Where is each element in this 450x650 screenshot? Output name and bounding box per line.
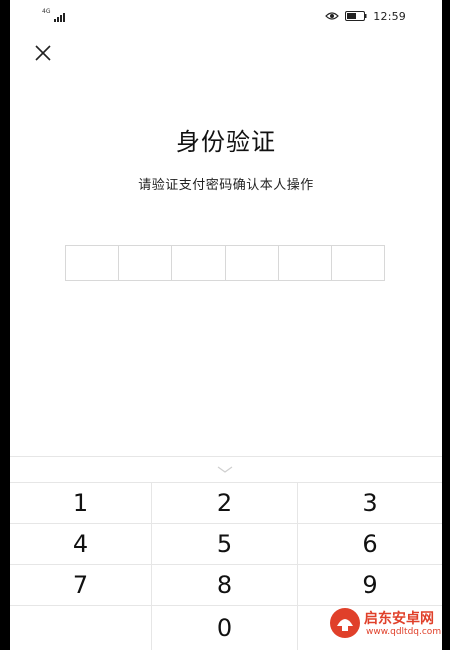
pin-digit-box [119,246,173,280]
close-icon[interactable] [32,42,54,64]
key-3[interactable]: 3 [298,483,442,524]
eye-icon [325,12,340,20]
page-subtitle: 请验证支付密码确认本人操作 [138,178,314,193]
payment-verification-screen: 4G 12:59 身份验证 请验证支付密码确认本人操作 1 2 3 4 5 6 … [10,0,442,650]
battery-icon [345,11,367,21]
key-1[interactable]: 1 [10,483,152,524]
key-0[interactable]: 0 [152,606,298,650]
status-bar: 4G 12:59 [10,0,442,32]
chevron-down-icon[interactable] [216,465,234,475]
signal-bar [63,13,65,22]
signal-bar [57,17,59,22]
status-right: 12:59 [325,9,406,23]
key-5[interactable]: 5 [152,524,298,565]
key-7[interactable]: 7 [10,565,152,606]
pin-input[interactable] [65,245,385,281]
pin-digit-box [226,246,279,280]
number-keypad: 1 2 3 4 5 6 7 8 9 0 [10,482,442,650]
key-4[interactable]: 4 [10,524,152,565]
key-8[interactable]: 8 [152,565,298,606]
key-9[interactable]: 9 [298,565,442,606]
pin-digit-box [172,246,226,280]
key-2[interactable]: 2 [152,483,298,524]
key-delete[interactable] [298,606,442,650]
pin-digit-box [332,246,384,280]
signal-indicator: 4G [42,8,72,22]
page-title: 身份验证 [176,128,276,156]
keypad-header [10,456,442,483]
pin-digit-box [279,246,332,280]
pin-digit-box [66,246,120,280]
status-clock: 12:59 [373,9,406,23]
key-6[interactable]: 6 [298,524,442,565]
network-type: 4G [42,8,51,15]
signal-bar [54,19,56,22]
key-blank [10,606,152,650]
signal-bar [60,15,62,22]
